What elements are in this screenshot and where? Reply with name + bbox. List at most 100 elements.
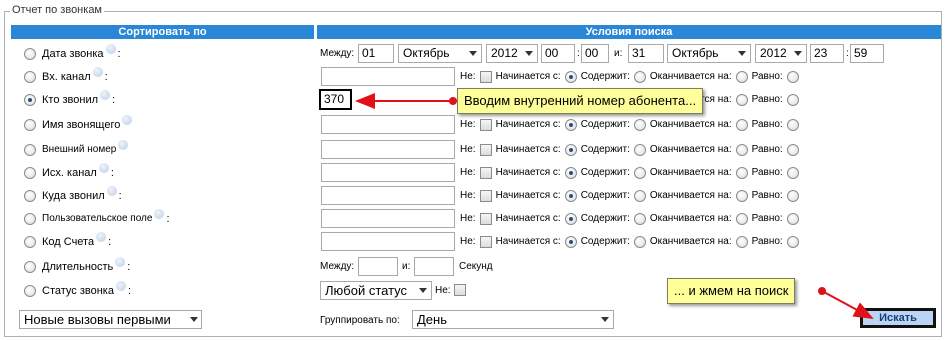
out-channel-input[interactable] <box>321 163 455 182</box>
sort-option-caller[interactable]: Кто звонил : <box>24 88 115 111</box>
duration-from-input[interactable] <box>358 257 398 276</box>
ends-radio[interactable] <box>735 166 748 179</box>
caller-input[interactable]: 370 <box>319 89 352 110</box>
radio-custom-field[interactable] <box>24 212 36 225</box>
ends-radio[interactable] <box>735 189 748 202</box>
callee-input[interactable] <box>321 186 455 205</box>
group-by-label: Группировать по: <box>320 315 400 326</box>
equals-radio[interactable] <box>786 118 799 131</box>
to-hour-input[interactable]: 23 <box>810 44 844 63</box>
sort-option-caller-name[interactable]: Имя звонящего <box>24 113 133 136</box>
custom-field-input[interactable] <box>321 209 455 228</box>
equals-radio[interactable] <box>786 70 799 83</box>
sort-option-out-channel[interactable]: Исх. канал : <box>24 161 114 184</box>
sort-option-status[interactable]: Статус звонка : <box>24 279 131 302</box>
equals-radio[interactable] <box>786 189 799 202</box>
status-not-checkbox[interactable] <box>454 284 466 296</box>
not-checkbox[interactable] <box>479 235 492 248</box>
info-icon[interactable] <box>122 114 133 125</box>
radio-callee[interactable] <box>24 189 36 202</box>
radio-call-date[interactable] <box>24 47 36 60</box>
to-month-value: Октябрь <box>672 46 719 60</box>
radio-caller-name[interactable] <box>24 118 36 131</box>
from-minute-input[interactable]: 00 <box>581 44 609 63</box>
radio-account-code[interactable] <box>24 235 36 248</box>
from-month-select[interactable]: Октябрь <box>398 44 482 63</box>
caller-name-input[interactable] <box>321 115 455 134</box>
sort-option-duration[interactable]: Длительность : <box>24 255 130 278</box>
equals-radio[interactable] <box>786 93 799 106</box>
ends-radio[interactable] <box>735 143 748 156</box>
sort-option-call-date[interactable]: Дата звонка : <box>24 42 121 65</box>
to-minute-input[interactable]: 59 <box>850 44 884 63</box>
sort-option-custom-field[interactable]: Пользовательское поле : <box>24 207 170 230</box>
from-hour-input[interactable]: 00 <box>541 44 575 63</box>
not-checkbox[interactable] <box>479 70 492 83</box>
contains-radio[interactable] <box>633 143 646 156</box>
contains-radio[interactable] <box>633 70 646 83</box>
in-channel-input[interactable] <box>321 67 455 86</box>
starts-radio[interactable] <box>564 70 577 83</box>
radio-out-channel[interactable] <box>24 166 36 179</box>
info-icon[interactable] <box>118 139 129 150</box>
search-button[interactable]: Искать <box>860 308 936 328</box>
starts-radio[interactable] <box>564 143 577 156</box>
match-options: Не: Начинается с: Содержит: Оканчивается… <box>460 138 799 161</box>
equals-radio[interactable] <box>786 212 799 225</box>
radio-status[interactable] <box>24 284 36 297</box>
ends-radio[interactable] <box>735 70 748 83</box>
contains-radio[interactable] <box>633 235 646 248</box>
external-number-input[interactable] <box>321 140 455 159</box>
starts-radio[interactable] <box>564 212 577 225</box>
radio-external-number[interactable] <box>24 143 36 156</box>
sort-option-external-number[interactable]: Внешний номер <box>24 138 129 161</box>
sort-option-account-code[interactable]: Код Счета : <box>24 230 111 253</box>
ends-radio[interactable] <box>735 235 748 248</box>
info-icon[interactable] <box>154 208 165 219</box>
info-icon[interactable] <box>106 185 117 196</box>
duration-to-input[interactable] <box>414 257 454 276</box>
group-by-select[interactable]: День <box>412 310 614 329</box>
order-select[interactable]: Новые вызовы первыми <box>19 310 202 329</box>
ends-radio[interactable] <box>735 93 748 106</box>
not-checkbox[interactable] <box>479 166 492 179</box>
info-icon[interactable] <box>100 89 111 100</box>
ends-radio[interactable] <box>735 118 748 131</box>
contains-radio[interactable] <box>633 118 646 131</box>
info-icon[interactable] <box>115 280 126 291</box>
info-icon[interactable] <box>115 256 126 267</box>
from-year-select[interactable]: 2012 <box>486 44 538 63</box>
not-checkbox[interactable] <box>479 212 492 225</box>
radio-in-channel[interactable] <box>24 70 36 83</box>
sort-option-callee[interactable]: Куда звонил : <box>24 184 122 207</box>
info-icon[interactable] <box>92 66 103 77</box>
radio-caller[interactable] <box>24 93 36 106</box>
row-out-channel: Исх. канал : Не: Начинается с: Содержит:… <box>0 161 945 184</box>
info-icon[interactable] <box>98 162 109 173</box>
radio-duration[interactable] <box>24 260 36 273</box>
to-day-input[interactable]: 31 <box>628 44 664 63</box>
not-checkbox[interactable] <box>479 189 492 202</box>
equals-radio[interactable] <box>786 235 799 248</box>
equals-radio[interactable] <box>786 166 799 179</box>
account-code-input[interactable] <box>321 232 455 251</box>
starts-radio[interactable] <box>564 166 577 179</box>
not-checkbox[interactable] <box>479 118 492 131</box>
contains-radio[interactable] <box>633 189 646 202</box>
info-icon[interactable] <box>96 231 107 242</box>
starts-radio[interactable] <box>564 235 577 248</box>
status-select[interactable]: Любой статус <box>320 281 432 300</box>
starts-radio[interactable] <box>564 118 577 131</box>
not-checkbox[interactable] <box>479 143 492 156</box>
from-day-input[interactable]: 01 <box>358 44 394 63</box>
contains-radio[interactable] <box>633 212 646 225</box>
info-icon[interactable] <box>105 43 116 54</box>
ends-radio[interactable] <box>735 212 748 225</box>
equals-radio[interactable] <box>786 143 799 156</box>
sort-option-in-channel[interactable]: Вх. канал : <box>24 65 108 88</box>
to-month-select[interactable]: Октябрь <box>667 44 751 63</box>
contains-radio[interactable] <box>633 166 646 179</box>
time-colon: : <box>577 48 580 59</box>
to-year-select[interactable]: 2012 <box>755 44 807 63</box>
starts-radio[interactable] <box>564 189 577 202</box>
